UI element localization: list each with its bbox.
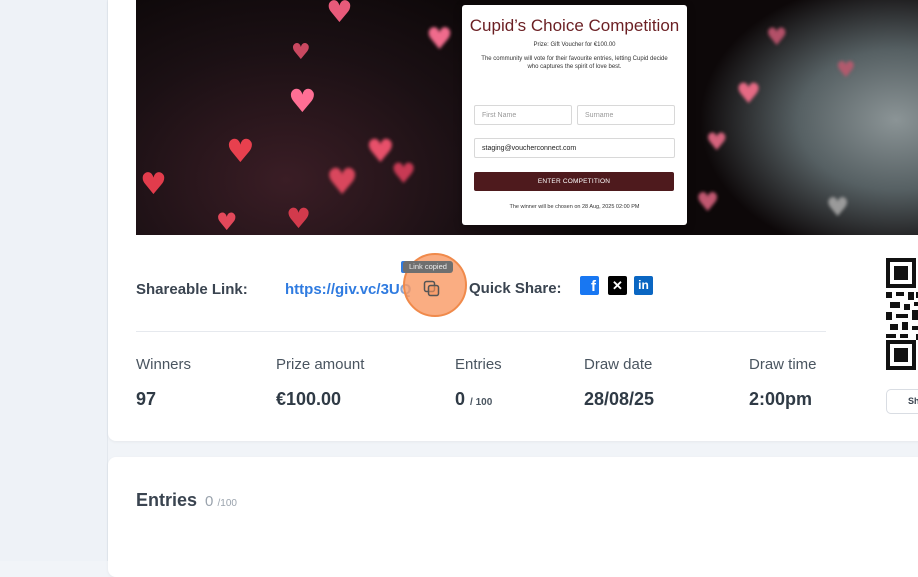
- entries-max: / 100: [470, 397, 493, 408]
- draw-time-value: 2:00pm: [749, 389, 813, 409]
- entries-section-title: Entries: [136, 490, 198, 510]
- sidebar: [0, 0, 108, 561]
- x-share-button[interactable]: ✕: [608, 276, 627, 295]
- qr-code: [886, 258, 918, 370]
- entries-section-count-value: 0: [205, 493, 214, 510]
- heart-icon: ♥: [696, 188, 720, 218]
- first-name-field[interactable]: First Name: [474, 105, 572, 125]
- shareable-link-label: Shareable Link:: [136, 281, 248, 298]
- quick-share-label: Quick Share:: [469, 280, 562, 297]
- facebook-icon: f: [591, 278, 596, 295]
- divider: [136, 331, 826, 332]
- heart-icon: ♥: [216, 208, 238, 235]
- heart-icon: ♥: [286, 202, 312, 235]
- prize-amount-label: Prize amount: [276, 356, 365, 373]
- heart-icon: ♥: [226, 132, 255, 170]
- heart-icon: ♥: [391, 157, 417, 190]
- link-copied-tooltip: Link copied: [403, 261, 453, 273]
- heart-icon: ♥: [766, 23, 788, 51]
- heart-icon: ♥: [140, 167, 167, 202]
- draw-time-label: Draw time: [749, 356, 817, 373]
- entries-label: Entries: [455, 356, 502, 373]
- entries-section-count: 0 /100: [205, 493, 237, 510]
- winners-value: 97: [136, 389, 157, 409]
- surname-field[interactable]: Surname: [577, 105, 675, 125]
- heart-icon: ♥: [826, 193, 850, 223]
- heart-icon: ♥: [291, 40, 311, 65]
- entries-value: 0 / 100: [455, 389, 492, 410]
- form-description: The community will vote for their favour…: [481, 56, 668, 70]
- linkedin-share-button[interactable]: in: [634, 276, 653, 295]
- facebook-share-button[interactable]: f: [580, 276, 599, 295]
- heart-icon: ♥: [326, 162, 359, 203]
- email-field[interactable]: staging@voucherconnect.com: [474, 138, 675, 158]
- form-prize: Prize: Gift Voucher for €100.00: [533, 42, 616, 48]
- enter-competition-button[interactable]: ENTER COMPETITION: [474, 172, 674, 191]
- heart-icon: ♥: [288, 82, 317, 120]
- winners-label: Winners: [136, 356, 192, 373]
- winner-note: The winner will be chosen on 28 Aug, 202…: [509, 204, 640, 210]
- linkedin-icon: in: [638, 278, 649, 292]
- heart-icon: ♥: [426, 22, 453, 57]
- draw-date-value: 28/08/25: [584, 389, 655, 409]
- heart-icon: ♥: [326, 0, 353, 30]
- entries-section-total: /100: [217, 498, 237, 509]
- heart-icon: ♥: [736, 77, 762, 110]
- x-icon: ✕: [612, 278, 623, 293]
- form-title: Cupid’s Choice Competition: [469, 16, 680, 35]
- entries-card: [108, 457, 918, 577]
- qr-share-button[interactable]: Sh: [886, 389, 918, 414]
- competition-entry-form: Cupid’s Choice Competition Prize: Gift V…: [462, 5, 687, 225]
- copy-icon[interactable]: [422, 279, 442, 299]
- draw-date-label: Draw date: [584, 356, 653, 373]
- shareable-link[interactable]: https://giv.vc/3UQ: [285, 281, 411, 298]
- entries-count-value: 0: [455, 389, 466, 409]
- shareable-link-text: https://giv.vc/3U: [285, 281, 400, 298]
- heart-icon: ♥: [836, 58, 856, 83]
- prize-amount-value: €100.00: [276, 389, 342, 409]
- heart-icon: ♥: [706, 128, 728, 156]
